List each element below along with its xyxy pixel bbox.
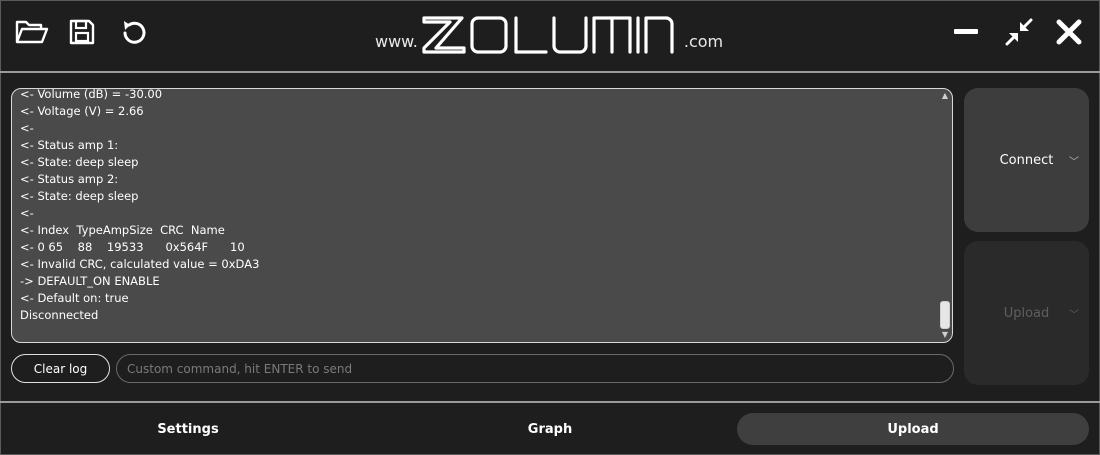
clear-log-button[interactable]: Clear log — [11, 354, 110, 383]
upload-side-button[interactable]: Upload ﹀ — [964, 241, 1089, 385]
restore-icon[interactable] — [1001, 14, 1037, 50]
scroll-thumb[interactable] — [940, 301, 950, 329]
save-icon[interactable] — [64, 14, 100, 50]
chevron-down-icon: ﹀ — [1069, 156, 1079, 168]
upload-side-button-label: Upload — [1003, 305, 1050, 321]
log-line: <- Status amp 2: — [20, 172, 119, 186]
log-line: <- Invalid CRC, calculated value = 0xDA3 — [20, 257, 260, 271]
log-line: <- Index TypeAmpSize CRC Name — [20, 223, 225, 237]
tab-graph[interactable]: Graph — [374, 413, 726, 445]
custom-command-input[interactable] — [116, 354, 954, 383]
brand-prefix: www. — [375, 31, 418, 51]
header-divider — [0, 71, 1100, 73]
log-line: <- State: deep sleep — [20, 155, 139, 169]
brand-suffix: .com — [683, 31, 724, 51]
log-panel[interactable]: <- Volume (dB) = -30.00 <- Voltage (V) = … — [11, 88, 953, 343]
connect-button[interactable]: Connect ﹀ — [964, 88, 1089, 232]
log-line: <- — [20, 121, 34, 135]
scroll-down-icon[interactable]: ▼ — [939, 329, 951, 341]
log-line: Disconnected — [20, 308, 99, 322]
tab-upload[interactable]: Upload — [737, 413, 1089, 445]
tab-label: Graph — [527, 421, 573, 437]
tab-settings[interactable]: Settings — [12, 413, 364, 445]
tab-label: Upload — [887, 421, 939, 437]
brand-logo — [420, 12, 682, 60]
close-icon[interactable] — [1051, 14, 1087, 50]
minimize-icon[interactable] — [948, 14, 984, 50]
log-line: <- Volume (dB) = -30.00 — [20, 88, 163, 101]
connect-button-label: Connect — [999, 152, 1054, 168]
footer-divider — [0, 401, 1100, 403]
log-line: <- State: deep sleep — [20, 189, 139, 203]
zolumino-logo — [422, 16, 674, 54]
log-text: <- Volume (dB) = -30.00 <- Voltage (V) = … — [20, 88, 932, 324]
chevron-down-icon: ﹀ — [1069, 309, 1079, 321]
log-line: <- — [20, 206, 34, 220]
log-line: <- 0 65 88 19533 0x564F 10 — [20, 240, 245, 254]
open-folder-icon[interactable] — [14, 14, 50, 50]
log-line: <- Voltage (V) = 2.66 — [20, 104, 144, 118]
brand-link[interactable]: www. .com — [375, 14, 723, 58]
log-scrollbar[interactable]: ▲ ▼ — [939, 90, 951, 341]
scroll-up-icon[interactable]: ▲ — [939, 90, 951, 102]
log-line: <- Default on: true — [20, 291, 129, 305]
tab-label: Settings — [157, 421, 219, 437]
header: www. .com — [0, 0, 1100, 70]
log-line: -> DEFAULT_ON ENABLE — [20, 274, 160, 288]
reset-icon[interactable] — [116, 14, 152, 50]
log-line: <- Status amp 1: — [20, 138, 119, 152]
